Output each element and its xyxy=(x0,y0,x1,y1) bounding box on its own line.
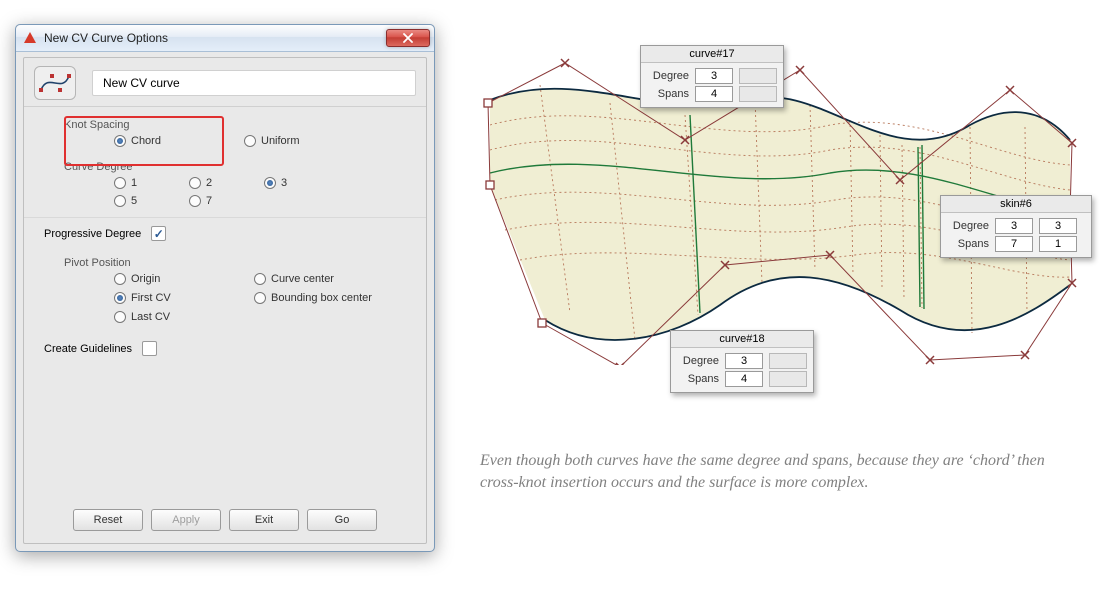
header-label: New CV curve xyxy=(92,70,416,96)
titlebar[interactable]: New CV Curve Options xyxy=(16,25,434,52)
app-icon xyxy=(22,30,38,46)
radio-pivot-first-cv[interactable]: First CV xyxy=(114,292,254,304)
caption-text: Even though both curves have the same de… xyxy=(480,450,1050,493)
progressive-degree-row: Progressive Degree xyxy=(24,217,426,249)
radio-pivot-curve-center[interactable]: Curve center xyxy=(254,273,424,285)
surface-preview: curve#17 Degree3 Spans4 curve#18 Degree3… xyxy=(470,55,1090,365)
dialog-title: New CV Curve Options xyxy=(44,31,386,45)
cv-curve-icon xyxy=(34,66,76,100)
close-button[interactable] xyxy=(386,29,430,47)
create-guidelines-row: Create Guidelines xyxy=(24,333,426,364)
curve-degree-label: Curve Degree xyxy=(64,161,406,173)
radio-degree-2[interactable]: 2 xyxy=(189,177,264,189)
tooltip-curve18: curve#18 Degree3 Spans4 xyxy=(670,330,814,393)
dialog-button-row: Reset Apply Exit Go xyxy=(24,509,426,531)
progressive-degree-label: Progressive Degree xyxy=(44,228,141,240)
radio-pivot-origin[interactable]: Origin xyxy=(114,273,254,285)
radio-degree-5[interactable]: 5 xyxy=(114,195,189,207)
close-icon xyxy=(402,33,414,43)
exit-button[interactable]: Exit xyxy=(229,509,299,531)
reset-button[interactable]: Reset xyxy=(73,509,143,531)
radio-pivot-last-cv[interactable]: Last CV xyxy=(114,311,254,323)
radio-degree-3[interactable]: 3 xyxy=(264,177,339,189)
knot-spacing-label: Knot Spacing xyxy=(64,119,406,131)
knot-spacing-group: Knot Spacing Chord Uniform xyxy=(64,119,406,147)
radio-degree-1[interactable]: 1 xyxy=(114,177,189,189)
go-button[interactable]: Go xyxy=(307,509,377,531)
tooltip-title: curve#17 xyxy=(641,46,783,63)
cv-curve-options-dialog: New CV Curve Options New CV curve Knot S… xyxy=(15,24,435,552)
radio-chord[interactable]: Chord xyxy=(114,135,179,147)
radio-uniform[interactable]: Uniform xyxy=(244,135,309,147)
tooltip-curve17: curve#17 Degree3 Spans4 xyxy=(640,45,784,108)
create-guidelines-checkbox[interactable] xyxy=(142,341,157,356)
pivot-position-group: Pivot Position Origin Curve center First… xyxy=(64,257,406,323)
dialog-body: New CV curve Knot Spacing Chord Uniform … xyxy=(23,57,427,544)
create-guidelines-label: Create Guidelines xyxy=(44,343,132,355)
dialog-header: New CV curve xyxy=(24,58,426,107)
radio-pivot-bbox-center[interactable]: Bounding box center xyxy=(254,292,424,304)
progressive-degree-checkbox[interactable] xyxy=(151,226,166,241)
tooltip-title: skin#6 xyxy=(941,196,1091,213)
radio-degree-7[interactable]: 7 xyxy=(189,195,264,207)
pivot-position-label: Pivot Position xyxy=(64,257,406,269)
apply-button[interactable]: Apply xyxy=(151,509,221,531)
tooltip-title: curve#18 xyxy=(671,331,813,348)
curve-degree-group: Curve Degree 1 2 3 5 7 xyxy=(64,161,406,207)
tooltip-skin6: skin#6 Degree33 Spans71 xyxy=(940,195,1092,258)
